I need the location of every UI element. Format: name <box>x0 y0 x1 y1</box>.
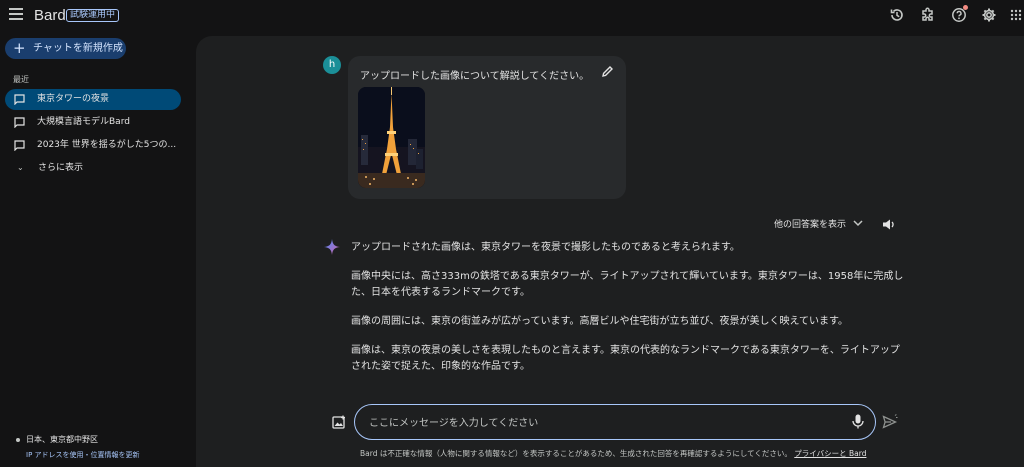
bard-answer: アップロードされた画像は、東京タワーを夜景で撮影したものであると考えられます。 … <box>351 240 907 388</box>
disclaimer-text: Bard は不正確な情報（人物に関する情報など）を表示することがあるため、生成さ… <box>360 448 866 459</box>
experiment-badge: 試験運用中 <box>66 9 120 22</box>
new-chat-button[interactable]: + チャットを新規作成 <box>5 38 126 59</box>
plus-icon: + <box>13 39 26 57</box>
chat-bubble-icon <box>14 117 25 128</box>
bard-spark-icon <box>324 239 340 255</box>
image-upload-icon[interactable] <box>332 415 346 429</box>
help-icon[interactable] <box>951 5 968 23</box>
user-prompt-text: アップロードした画像について解説してください。 <box>360 71 590 82</box>
send-icon[interactable] <box>882 414 898 430</box>
menu-icon[interactable] <box>9 8 23 22</box>
answer-paragraph: アップロードされた画像は、東京タワーを夜景で撮影したものであると考えられます。 <box>351 242 740 253</box>
answer-paragraph: 画像の周囲には、東京の街並みが広がっています。高層ビルや住宅街が立ち並び、夜景が… <box>351 316 848 327</box>
settings-icon[interactable] <box>981 7 997 23</box>
location-dot-icon <box>16 438 20 442</box>
show-more-label: さらに表示 <box>38 163 84 173</box>
show-more-button[interactable]: ⌄ さらに表示 <box>5 158 125 178</box>
notification-dot <box>963 5 968 10</box>
chevron-down-icon: ⌄ <box>17 163 24 172</box>
top-bar: Bard 試験運用中 <box>0 0 1024 32</box>
sidebar-item-label: 東京タワーの夜景 <box>37 94 110 104</box>
new-chat-label: チャットを新規作成 <box>33 43 123 54</box>
speaker-icon[interactable] <box>882 218 896 231</box>
uploaded-tower-image[interactable] <box>358 87 425 188</box>
main-panel: h アップロードした画像について解説してください。 他の回答案を表示 アップロー… <box>196 36 1024 467</box>
chevron-down-icon[interactable] <box>852 218 864 228</box>
sidebar-item-2023[interactable]: 2023年 世界を揺るがした5つの... <box>5 135 181 156</box>
location-text: 日本、東京都中野区 <box>26 435 98 444</box>
user-message-card: アップロードした画像について解説してください。 <box>348 56 626 199</box>
brand-logo: Bard <box>34 7 66 24</box>
answer-paragraph: 画像中央には、高さ333mの鉄塔である東京タワーが、ライトアップされて輝いていま… <box>351 271 904 298</box>
recent-heading: 最近 <box>13 75 29 84</box>
sidebar-item-label: 2023年 世界を揺るがした5つの... <box>37 140 177 150</box>
sidebar-item-label: 大規模言語モデルBard <box>37 117 130 127</box>
sidebar: + チャットを新規作成 最近 東京タワーの夜景 大規模言語モデルBard 202… <box>0 32 196 467</box>
sidebar-item-bard[interactable]: 大規模言語モデルBard <box>5 112 181 133</box>
update-location-link[interactable]: IP アドレスを使用・位置情報を更新 <box>26 450 140 460</box>
chat-bubble-icon <box>14 94 25 105</box>
message-input-container <box>354 404 876 440</box>
edit-icon[interactable] <box>601 65 614 78</box>
avatar[interactable]: h <box>323 56 341 74</box>
privacy-link[interactable]: プライバシーと Bard <box>794 449 866 458</box>
answer-paragraph: 画像は、東京の夜景の美しさを表現したものと言えます。東京の代表的なランドマークで… <box>351 345 900 372</box>
sidebar-item-tokyo-tower[interactable]: 東京タワーの夜景 <box>5 89 181 110</box>
disclaimer-body: Bard は不正確な情報（人物に関する情報など）を表示することがあるため、生成さ… <box>360 449 792 458</box>
message-input[interactable] <box>367 413 841 433</box>
chat-bubble-icon <box>14 140 25 151</box>
microphone-icon[interactable] <box>852 414 864 429</box>
history-icon[interactable] <box>889 7 905 23</box>
show-drafts-button[interactable]: 他の回答案を表示 <box>774 217 846 230</box>
apps-grid-icon[interactable] <box>1010 7 1022 23</box>
extensions-icon[interactable] <box>920 7 936 23</box>
